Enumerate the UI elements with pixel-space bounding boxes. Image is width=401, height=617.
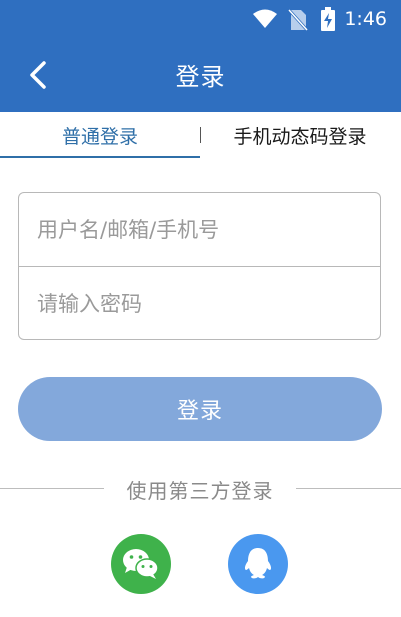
- login-button[interactable]: 登录: [18, 377, 382, 441]
- password-field: [19, 267, 380, 341]
- app-bar: 1:46 登录: [0, 0, 401, 112]
- status-bar: 1:46: [0, 0, 401, 38]
- no-sim-icon: [288, 9, 308, 31]
- tab-divider: [200, 127, 201, 143]
- divider-line-left: [0, 488, 104, 489]
- third-party-divider: 使用第三方登录: [0, 475, 401, 503]
- qq-login-button[interactable]: [228, 534, 288, 594]
- login-form: [18, 192, 381, 340]
- wifi-icon: [253, 9, 277, 28]
- username-input[interactable]: [35, 216, 359, 243]
- username-field: [19, 193, 380, 267]
- divider-line-right: [296, 488, 401, 489]
- qq-icon: [244, 548, 272, 579]
- status-time: 1:46: [344, 8, 387, 30]
- page-title: 登录: [175, 63, 226, 91]
- wechat-login-button[interactable]: [111, 534, 171, 594]
- third-party-label: 使用第三方登录: [126, 479, 274, 503]
- wechat-icon: [123, 549, 159, 579]
- tab-normal-login[interactable]: 普通登录: [0, 112, 200, 158]
- tab-sms-login[interactable]: 手机动态码登录: [210, 112, 390, 158]
- login-tabs: 普通登录 手机动态码登录: [0, 112, 401, 158]
- password-input[interactable]: [35, 291, 359, 317]
- battery-charging-icon: [321, 7, 335, 31]
